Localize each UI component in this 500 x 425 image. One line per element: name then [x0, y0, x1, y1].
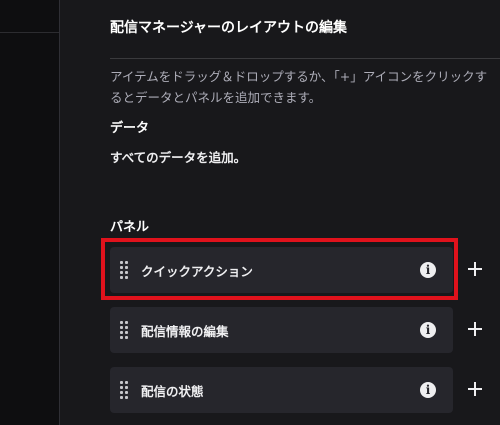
- info-icon[interactable]: i: [420, 322, 436, 338]
- divider: [110, 58, 500, 59]
- panel-title: 配信マネージャーのレイアウトの編集: [110, 20, 348, 36]
- info-icon[interactable]: i: [420, 262, 436, 278]
- panel-item-card[interactable]: 配信の状態 i: [110, 367, 453, 413]
- panel-item-label: 配信の状態: [141, 384, 204, 399]
- plus-icon[interactable]: [465, 319, 485, 339]
- stream-manager-layout-editor: 配信マネージャーのレイアウトの編集 アイテムをドラッグ＆ドロップするか、「+」ア…: [0, 0, 500, 425]
- drag-handle-icon[interactable]: [120, 381, 130, 399]
- drag-handle-icon[interactable]: [120, 321, 130, 339]
- panel-item-edit-stream-info: 配信情報の編集 i: [60, 307, 500, 357]
- panel-item-quick-actions: クイックアクション i: [60, 247, 500, 297]
- data-section-heading: データ: [110, 121, 150, 136]
- info-icon[interactable]: i: [420, 382, 436, 398]
- layout-edit-panel: 配信マネージャーのレイアウトの編集 アイテムをドラッグ＆ドロップするか、「+」ア…: [59, 0, 500, 425]
- panel-item-stream-health: 配信の状態 i: [60, 367, 500, 417]
- panel-section-heading: パネル: [110, 220, 150, 235]
- panel-item-card[interactable]: 配信情報の編集 i: [110, 307, 453, 353]
- add-all-data-link[interactable]: すべてのデータを追加。: [110, 147, 246, 166]
- drag-handle-icon[interactable]: [120, 261, 130, 279]
- main-content-header: [0, 0, 59, 33]
- panel-item-label: 配信情報の編集: [141, 324, 229, 339]
- plus-icon[interactable]: [465, 379, 485, 399]
- main-content-area: [0, 0, 59, 425]
- panel-item-card[interactable]: クイックアクション i: [110, 247, 453, 293]
- plus-icon[interactable]: [465, 259, 485, 279]
- panel-description: アイテムをドラッグ＆ドロップするか、「+」アイコンをクリックするとデータとパネル…: [110, 69, 488, 105]
- panel-item-label: クイックアクション: [141, 264, 253, 279]
